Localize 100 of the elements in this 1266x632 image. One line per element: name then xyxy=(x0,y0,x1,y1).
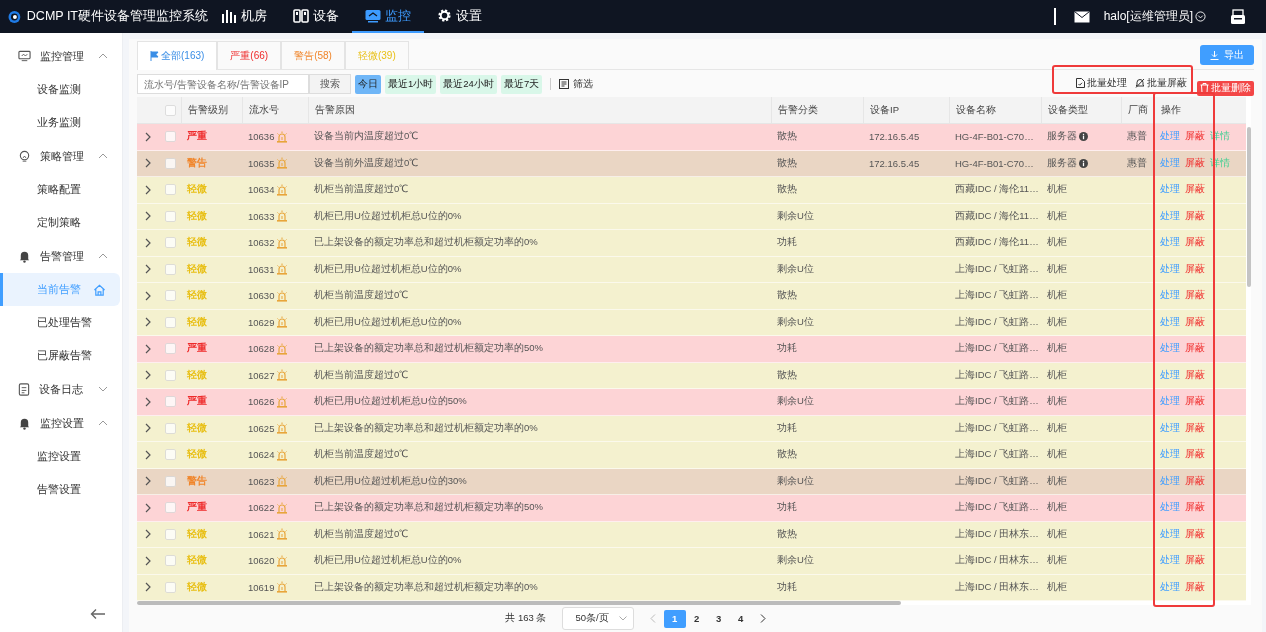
row-action-link[interactable]: 处理 xyxy=(1160,448,1180,462)
row-checkbox[interactable] xyxy=(164,369,176,381)
row-action-link[interactable]: 处理 xyxy=(1160,395,1180,409)
time-filter-chip[interactable]: 今日 xyxy=(355,74,381,94)
nav-tab[interactable]: 监控 xyxy=(352,0,424,33)
filter-tab[interactable]: 全部(163) xyxy=(137,41,218,70)
expand-icon[interactable] xyxy=(145,555,151,566)
scrollbar[interactable] xyxy=(137,601,901,605)
row-checkbox[interactable] xyxy=(164,422,176,434)
row-checkbox[interactable] xyxy=(164,475,176,487)
row-action-link[interactable]: 处理 xyxy=(1160,183,1180,197)
row-checkbox[interactable] xyxy=(164,237,176,249)
row-checkbox[interactable] xyxy=(164,290,176,302)
page-button[interactable]: 3 xyxy=(707,609,730,628)
select-all-checkbox[interactable] xyxy=(164,104,176,116)
row-action-link[interactable]: 屏蔽 xyxy=(1185,342,1205,356)
page-size-select[interactable]: 50条/页 xyxy=(562,607,634,630)
row-checkbox[interactable] xyxy=(164,528,176,540)
row-action-link[interactable]: 屏蔽 xyxy=(1185,262,1205,276)
row-checkbox[interactable] xyxy=(164,449,176,461)
row-action-link[interactable]: 处理 xyxy=(1160,421,1180,435)
row-action-link[interactable]: 处理 xyxy=(1160,262,1180,276)
row-checkbox[interactable] xyxy=(164,502,176,514)
expand-icon[interactable] xyxy=(145,211,151,222)
sidebar-group[interactable]: 监控设置 xyxy=(0,406,122,440)
nav-tab[interactable]: 机房 xyxy=(208,0,280,33)
row-action-link[interactable]: 处理 xyxy=(1160,501,1180,515)
expand-icon[interactable] xyxy=(145,317,151,328)
row-checkbox[interactable] xyxy=(164,210,176,222)
row-action-link[interactable]: 屏蔽 xyxy=(1185,130,1205,144)
sidebar-item[interactable]: 设备监测 xyxy=(0,73,120,106)
expand-icon[interactable] xyxy=(145,423,151,434)
expand-icon[interactable] xyxy=(145,131,151,142)
filter-button[interactable]: 筛选 xyxy=(559,77,594,91)
time-filter-chip[interactable]: 最近24小时 xyxy=(440,74,497,94)
row-action-link[interactable]: 屏蔽 xyxy=(1185,527,1205,541)
row-action-link[interactable]: 屏蔽 xyxy=(1185,236,1205,250)
row-action-link[interactable]: 屏蔽 xyxy=(1185,209,1205,223)
search-field[interactable]: 流水号/告警设备名称/告警设备IP xyxy=(137,74,309,94)
nav-tab[interactable]: 设置 xyxy=(424,0,495,33)
row-action-link[interactable]: 处理 xyxy=(1160,342,1180,356)
row-action-link[interactable]: 屏蔽 xyxy=(1185,421,1205,435)
row-checkbox[interactable] xyxy=(164,396,176,408)
row-action-link[interactable]: 屏蔽 xyxy=(1185,156,1205,170)
row-action-link[interactable]: 处理 xyxy=(1160,130,1180,144)
row-action-link[interactable]: 屏蔽 xyxy=(1185,183,1205,197)
info-icon[interactable] xyxy=(1079,158,1088,168)
row-action-link[interactable]: 处理 xyxy=(1160,289,1180,303)
expand-icon[interactable] xyxy=(145,158,151,169)
row-action-link[interactable]: 屏蔽 xyxy=(1185,474,1205,488)
row-action-link[interactable]: 处理 xyxy=(1160,554,1180,568)
next-page-icon[interactable] xyxy=(759,614,766,623)
expand-icon[interactable] xyxy=(145,264,151,275)
row-action-link[interactable]: 处理 xyxy=(1160,527,1180,541)
row-checkbox[interactable] xyxy=(164,131,176,143)
expand-icon[interactable] xyxy=(145,237,151,248)
sidebar-item[interactable]: 告警设置 xyxy=(0,473,120,506)
expand-icon[interactable] xyxy=(145,449,151,460)
sidebar-item[interactable]: 已屏蔽告警 xyxy=(0,339,120,372)
row-checkbox[interactable] xyxy=(164,316,176,328)
back-arrow-icon[interactable] xyxy=(90,608,106,620)
user-menu[interactable]: halo[运维管理员] xyxy=(1103,8,1206,25)
row-action-link[interactable]: 处理 xyxy=(1160,236,1180,250)
nav-tab[interactable]: 设备 xyxy=(280,0,352,33)
filter-tab[interactable]: 警告(58) xyxy=(281,41,345,69)
filter-tab[interactable]: 严重(66) xyxy=(217,41,282,69)
sidebar-item[interactable]: 已处理告警 xyxy=(0,306,120,339)
inbox-icon[interactable] xyxy=(1230,8,1246,25)
expand-icon[interactable] xyxy=(145,582,151,593)
expand-icon[interactable] xyxy=(145,290,151,301)
row-checkbox[interactable] xyxy=(164,581,176,593)
sidebar-item[interactable]: 策略配置 xyxy=(0,173,120,206)
mail-icon[interactable] xyxy=(1073,10,1090,23)
row-checkbox[interactable] xyxy=(164,157,176,169)
sidebar-item[interactable]: 定制策略 xyxy=(0,206,120,239)
row-action-link[interactable]: 屏蔽 xyxy=(1185,501,1205,515)
expand-icon[interactable] xyxy=(145,184,151,195)
info-icon[interactable] xyxy=(1079,132,1088,142)
sidebar-group[interactable]: 监控管理 xyxy=(0,39,122,73)
page-button[interactable]: 4 xyxy=(729,609,752,628)
sidebar-item[interactable]: 监控设置 xyxy=(0,440,120,473)
row-action-link[interactable]: 处理 xyxy=(1160,474,1180,488)
expand-icon[interactable] xyxy=(145,502,151,513)
row-action-link[interactable]: 屏蔽 xyxy=(1185,289,1205,303)
row-action-link[interactable]: 处理 xyxy=(1160,580,1180,594)
page-button[interactable]: 1 xyxy=(663,609,686,628)
expand-icon[interactable] xyxy=(145,343,151,354)
row-action-link[interactable]: 屏蔽 xyxy=(1185,448,1205,462)
batch-action-button[interactable]: 批量处理 xyxy=(1076,76,1127,90)
row-checkbox[interactable] xyxy=(164,343,176,355)
expand-icon[interactable] xyxy=(145,370,151,381)
expand-icon[interactable] xyxy=(145,396,151,407)
batch-delete-button[interactable]: 批量删除 xyxy=(1197,80,1254,96)
search-button[interactable]: 搜索 xyxy=(309,74,351,94)
sidebar-group[interactable]: 设备日志 xyxy=(0,372,122,406)
scrollbar[interactable] xyxy=(1247,127,1251,287)
sidebar-group[interactable]: 策略管理 xyxy=(0,139,122,173)
row-checkbox[interactable] xyxy=(164,555,176,567)
time-filter-chip[interactable]: 最近1小时 xyxy=(385,74,437,94)
batch-action-button[interactable]: 批量屏蔽 xyxy=(1135,76,1187,90)
